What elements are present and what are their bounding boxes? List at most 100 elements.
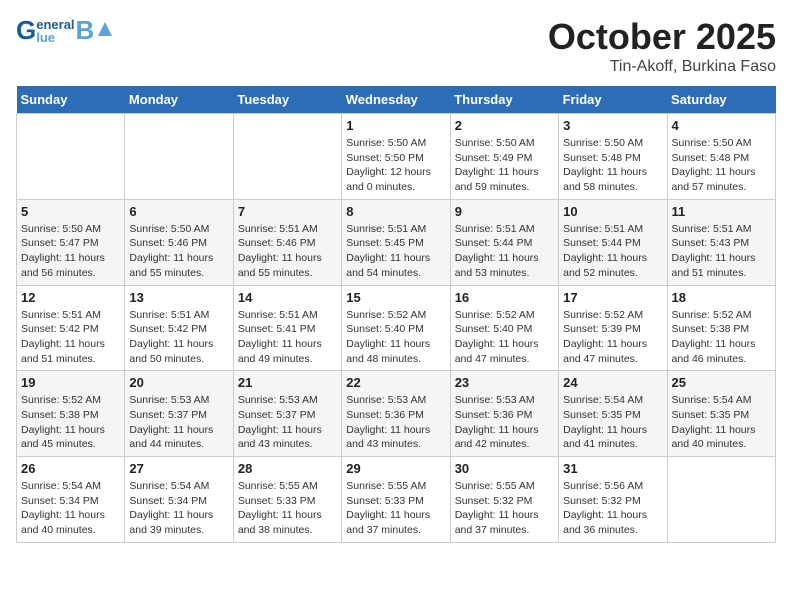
- calendar-cell: 2 Sunrise: 5:50 AM Sunset: 5:49 PM Daylig…: [450, 114, 558, 200]
- day-info: Sunrise: 5:51 AM Sunset: 5:44 PM Dayligh…: [455, 222, 554, 281]
- calendar-cell: [667, 457, 775, 543]
- day-info: Sunrise: 5:53 AM Sunset: 5:37 PM Dayligh…: [129, 393, 228, 452]
- day-info: Sunrise: 5:54 AM Sunset: 5:35 PM Dayligh…: [563, 393, 662, 452]
- col-header-wednesday: Wednesday: [342, 86, 450, 114]
- col-header-sunday: Sunday: [17, 86, 125, 114]
- day-number: 23: [455, 375, 554, 390]
- day-number: 19: [21, 375, 120, 390]
- calendar-cell: 26 Sunrise: 5:54 AM Sunset: 5:34 PM Dayli…: [17, 457, 125, 543]
- calendar-cell: 14 Sunrise: 5:51 AM Sunset: 5:41 PM Dayli…: [233, 285, 341, 371]
- calendar-cell: 3Sunrise: 5:50 AM Sunset: 5:48 PM Daylig…: [559, 114, 667, 200]
- day-info: Sunrise: 5:51 AM Sunset: 5:46 PM Dayligh…: [238, 222, 337, 281]
- calendar-cell: 31Sunrise: 5:56 AM Sunset: 5:32 PM Dayli…: [559, 457, 667, 543]
- day-number: 11: [672, 204, 771, 219]
- day-info: Sunrise: 5:50 AM Sunset: 5:49 PM Dayligh…: [455, 136, 554, 195]
- day-info: Sunrise: 5:54 AM Sunset: 5:34 PM Dayligh…: [129, 479, 228, 538]
- day-number: 4: [672, 118, 771, 133]
- calendar-cell: 29Sunrise: 5:55 AM Sunset: 5:33 PM Dayli…: [342, 457, 450, 543]
- calendar-cell: 9 Sunrise: 5:51 AM Sunset: 5:44 PM Daylig…: [450, 199, 558, 285]
- day-info: Sunrise: 5:55 AM Sunset: 5:33 PM Dayligh…: [346, 479, 445, 538]
- day-info: Sunrise: 5:56 AM Sunset: 5:32 PM Dayligh…: [563, 479, 662, 538]
- day-info: Sunrise: 5:54 AM Sunset: 5:35 PM Dayligh…: [672, 393, 771, 452]
- month-title: October 2025: [548, 16, 776, 58]
- col-header-friday: Friday: [559, 86, 667, 114]
- day-info: Sunrise: 5:50 AM Sunset: 5:46 PM Dayligh…: [129, 222, 228, 281]
- day-number: 16: [455, 290, 554, 305]
- calendar-cell: 15 Sunrise: 5:52 AM Sunset: 5:40 PM Dayli…: [342, 285, 450, 371]
- day-number: 26: [21, 461, 120, 476]
- calendar-cell: 28 Sunrise: 5:55 AM Sunset: 5:33 PM Dayli…: [233, 457, 341, 543]
- location: Tin-Akoff, Burkina Faso: [548, 58, 776, 76]
- calendar-header-row: SundayMondayTuesdayWednesdayThursdayFrid…: [17, 86, 776, 114]
- day-number: 5: [21, 204, 120, 219]
- day-info: Sunrise: 5:52 AM Sunset: 5:38 PM Dayligh…: [672, 308, 771, 367]
- day-number: 21: [238, 375, 337, 390]
- day-number: 20: [129, 375, 228, 390]
- day-info: Sunrise: 5:54 AM Sunset: 5:34 PM Dayligh…: [21, 479, 120, 538]
- calendar-cell: 7 Sunrise: 5:51 AM Sunset: 5:46 PM Daylig…: [233, 199, 341, 285]
- day-info: Sunrise: 5:52 AM Sunset: 5:39 PM Dayligh…: [563, 308, 662, 367]
- col-header-monday: Monday: [125, 86, 233, 114]
- calendar-cell: 6 Sunrise: 5:50 AM Sunset: 5:46 PM Daylig…: [125, 199, 233, 285]
- calendar-week-4: 19 Sunrise: 5:52 AM Sunset: 5:38 PM Dayli…: [17, 371, 776, 457]
- day-number: 30: [455, 461, 554, 476]
- day-number: 22: [346, 375, 445, 390]
- col-header-saturday: Saturday: [667, 86, 775, 114]
- day-info: Sunrise: 5:52 AM Sunset: 5:38 PM Dayligh…: [21, 393, 120, 452]
- day-number: 27: [129, 461, 228, 476]
- logo-flag-icon: [96, 20, 114, 38]
- calendar-cell: 21 Sunrise: 5:53 AM Sunset: 5:37 PM Dayli…: [233, 371, 341, 457]
- day-number: 2: [455, 118, 554, 133]
- col-header-thursday: Thursday: [450, 86, 558, 114]
- day-number: 17: [563, 290, 662, 305]
- day-info: Sunrise: 5:53 AM Sunset: 5:36 PM Dayligh…: [346, 393, 445, 452]
- day-info: Sunrise: 5:50 AM Sunset: 5:48 PM Dayligh…: [672, 136, 771, 195]
- col-header-tuesday: Tuesday: [233, 86, 341, 114]
- day-number: 14: [238, 290, 337, 305]
- calendar-cell: 19 Sunrise: 5:52 AM Sunset: 5:38 PM Dayli…: [17, 371, 125, 457]
- day-info: Sunrise: 5:50 AM Sunset: 5:50 PM Dayligh…: [346, 136, 445, 195]
- calendar-cell: 13 Sunrise: 5:51 AM Sunset: 5:42 PM Dayli…: [125, 285, 233, 371]
- calendar-cell: 11 Sunrise: 5:51 AM Sunset: 5:43 PM Dayli…: [667, 199, 775, 285]
- day-number: 28: [238, 461, 337, 476]
- calendar-cell: [233, 114, 341, 200]
- day-number: 13: [129, 290, 228, 305]
- day-info: Sunrise: 5:53 AM Sunset: 5:36 PM Dayligh…: [455, 393, 554, 452]
- calendar-cell: 8 Sunrise: 5:51 AM Sunset: 5:45 PM Daylig…: [342, 199, 450, 285]
- day-info: Sunrise: 5:50 AM Sunset: 5:47 PM Dayligh…: [21, 222, 120, 281]
- calendar-cell: 5 Sunrise: 5:50 AM Sunset: 5:47 PM Daylig…: [17, 199, 125, 285]
- calendar-cell: [125, 114, 233, 200]
- day-number: 15: [346, 290, 445, 305]
- calendar-cell: 18 Sunrise: 5:52 AM Sunset: 5:38 PM Dayli…: [667, 285, 775, 371]
- calendar-cell: 30 Sunrise: 5:55 AM Sunset: 5:32 PM Dayli…: [450, 457, 558, 543]
- day-number: 18: [672, 290, 771, 305]
- day-number: 6: [129, 204, 228, 219]
- day-info: Sunrise: 5:55 AM Sunset: 5:32 PM Dayligh…: [455, 479, 554, 538]
- logo-blue-text: lue: [36, 31, 74, 44]
- day-info: Sunrise: 5:55 AM Sunset: 5:33 PM Dayligh…: [238, 479, 337, 538]
- logo-blue-b: B: [76, 16, 95, 45]
- day-number: 7: [238, 204, 337, 219]
- calendar-table: SundayMondayTuesdayWednesdayThursdayFrid…: [16, 86, 776, 543]
- day-info: Sunrise: 5:52 AM Sunset: 5:40 PM Dayligh…: [455, 308, 554, 367]
- calendar-cell: 25Sunrise: 5:54 AM Sunset: 5:35 PM Dayli…: [667, 371, 775, 457]
- day-info: Sunrise: 5:51 AM Sunset: 5:43 PM Dayligh…: [672, 222, 771, 281]
- title-block: October 2025 Tin-Akoff, Burkina Faso: [548, 16, 776, 76]
- day-number: 10: [563, 204, 662, 219]
- calendar-week-3: 12Sunrise: 5:51 AM Sunset: 5:42 PM Dayli…: [17, 285, 776, 371]
- day-info: Sunrise: 5:51 AM Sunset: 5:41 PM Dayligh…: [238, 308, 337, 367]
- day-number: 3: [563, 118, 662, 133]
- day-number: 1: [346, 118, 445, 133]
- day-info: Sunrise: 5:51 AM Sunset: 5:45 PM Dayligh…: [346, 222, 445, 281]
- day-info: Sunrise: 5:53 AM Sunset: 5:37 PM Dayligh…: [238, 393, 337, 452]
- calendar-week-2: 5 Sunrise: 5:50 AM Sunset: 5:47 PM Daylig…: [17, 199, 776, 285]
- day-number: 9: [455, 204, 554, 219]
- calendar-cell: 27 Sunrise: 5:54 AM Sunset: 5:34 PM Dayli…: [125, 457, 233, 543]
- calendar-cell: 17 Sunrise: 5:52 AM Sunset: 5:39 PM Dayli…: [559, 285, 667, 371]
- day-info: Sunrise: 5:51 AM Sunset: 5:42 PM Dayligh…: [21, 308, 120, 367]
- page-header: G eneral lue B October 2025 Tin-Akoff, B…: [16, 16, 776, 76]
- calendar-cell: 23 Sunrise: 5:53 AM Sunset: 5:36 PM Dayli…: [450, 371, 558, 457]
- day-info: Sunrise: 5:51 AM Sunset: 5:42 PM Dayligh…: [129, 308, 228, 367]
- day-info: Sunrise: 5:52 AM Sunset: 5:40 PM Dayligh…: [346, 308, 445, 367]
- day-number: 8: [346, 204, 445, 219]
